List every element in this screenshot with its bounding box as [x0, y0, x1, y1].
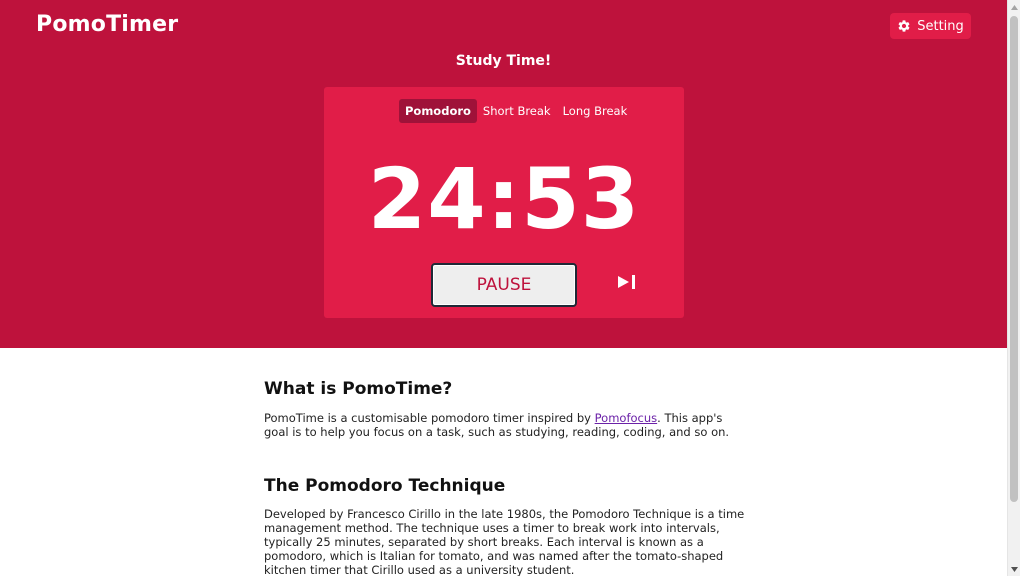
setting-button[interactable]: Setting [890, 13, 971, 39]
vertical-scrollbar[interactable] [1007, 0, 1020, 576]
tab-pomodoro[interactable]: Pomodoro [399, 99, 477, 123]
skip-next-icon [617, 274, 637, 294]
technique-heading: The Pomodoro Technique [264, 476, 506, 496]
about-heading: What is PomoTime? [264, 379, 453, 399]
tab-short-break[interactable]: Short Break [477, 99, 557, 123]
mode-tabs: Pomodoro Short Break Long Break [399, 99, 633, 123]
timer-hero: PomoTimer Setting Study Time! Pomodoro S… [0, 0, 1007, 348]
countdown-display: 24:53 [367, 150, 641, 248]
pomofocus-link[interactable]: Pomofocus [595, 411, 658, 425]
page: PomoTimer Setting Study Time! Pomodoro S… [0, 0, 1020, 576]
skip-button[interactable] [614, 273, 640, 295]
about-paragraph: PomoTime is a customisable pomodoro time… [264, 411, 748, 439]
gear-icon [897, 19, 911, 33]
pause-button[interactable]: PAUSE [431, 263, 577, 307]
app-logo-title[interactable]: PomoTimer [36, 12, 178, 37]
scrollbar-thumb[interactable] [1010, 16, 1018, 502]
about-text-start: PomoTime is a customisable pomodoro time… [264, 411, 595, 425]
setting-label: Setting [917, 18, 964, 34]
timer-card: Pomodoro Short Break Long Break 24:53 PA… [324, 87, 684, 318]
scroll-down-icon[interactable] [1008, 562, 1020, 576]
tab-long-break[interactable]: Long Break [557, 99, 634, 123]
scroll-up-icon[interactable] [1008, 0, 1020, 14]
technique-paragraph: Developed by Francesco Cirillo in the la… [264, 507, 745, 576]
mode-title: Study Time! [455, 53, 552, 69]
